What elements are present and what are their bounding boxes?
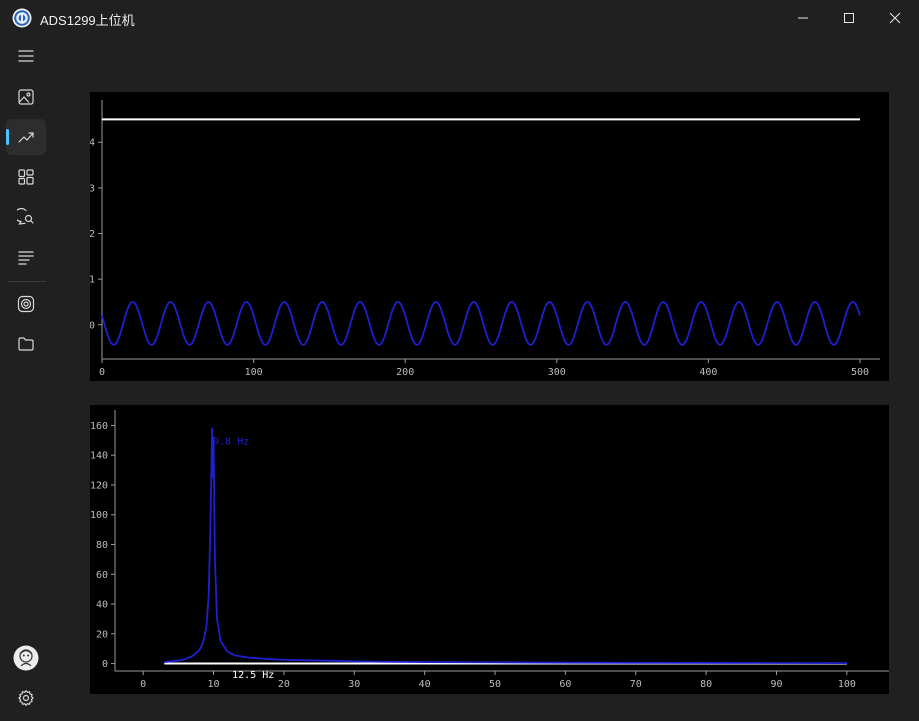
x-tick-label: 100 [838, 679, 856, 690]
sidebar-divider [8, 281, 46, 282]
image-icon [18, 89, 34, 105]
text-lines-icon [18, 251, 34, 265]
y-tick-label: 80 [96, 540, 108, 551]
nav-item-settings[interactable] [6, 680, 46, 716]
x-tick-label: 500 [851, 367, 869, 378]
folder-icon [18, 337, 34, 351]
x-tick-label: 100 [245, 367, 263, 378]
trending-chart-icon [18, 132, 34, 143]
x-tick-label: 70 [630, 679, 642, 690]
y-tick-label: 140 [90, 451, 108, 462]
nav-menu-toggle[interactable] [6, 38, 46, 74]
y-tick-label: 2 [90, 229, 95, 240]
x-tick-label: 80 [700, 679, 712, 690]
close-icon [889, 12, 901, 24]
nav-item-apps[interactable] [6, 159, 46, 195]
y-tick-label: 4 [90, 138, 95, 149]
y-tick-label: 1 [90, 275, 95, 286]
x-tick-label: 0 [99, 367, 105, 378]
time-domain-plot-svg: 0 100 200 300 400 500 0 1 2 3 4 [90, 100, 880, 378]
navigation-sidebar [0, 36, 54, 721]
y-tick-label: 120 [90, 480, 108, 491]
x-tick-label: 10 [207, 679, 219, 690]
close-button[interactable] [872, 0, 918, 36]
x-tick-label: 30 [348, 679, 360, 690]
title-bar: ADS1299上位机 [0, 0, 919, 36]
minimize-icon [798, 17, 808, 19]
radio-target-icon [17, 295, 35, 313]
x-tick-label: 60 [559, 679, 571, 690]
chat-search-icon [17, 208, 34, 225]
avatar-icon [13, 645, 39, 671]
series-line-1 [164, 427, 847, 665]
x-tick-label: 300 [548, 367, 566, 378]
gear-icon [18, 689, 34, 707]
x-tick-label: 90 [770, 679, 782, 690]
y-tick-label: 60 [96, 570, 108, 581]
x-tick-label: 50 [489, 679, 501, 690]
x-tick-label: 40 [419, 679, 431, 690]
series-line-1 [101, 301, 861, 346]
nav-item-list[interactable] [6, 239, 46, 275]
y-tick-label: 20 [96, 629, 108, 640]
peak-annotation: 9.8 Hz [213, 436, 249, 447]
y-tick-label: 160 [90, 421, 108, 432]
y-tick-label: 100 [90, 510, 108, 521]
y-tick-label: 3 [90, 183, 95, 194]
nav-item-avatar[interactable] [6, 640, 46, 676]
y-tick-label: 40 [96, 600, 108, 611]
minimize-button[interactable] [780, 0, 826, 36]
y-tick-label: 0 [102, 659, 108, 670]
peak-annotation: 12.5 Hz [232, 670, 274, 681]
x-tick-label: 200 [396, 367, 414, 378]
maximize-button[interactable] [826, 0, 872, 36]
hamburger-menu-icon [18, 50, 34, 62]
nav-item-image[interactable] [6, 79, 46, 115]
y-tick-label: 0 [90, 320, 95, 331]
frequency-spectrum-plot[interactable]: 0 10 20 30 40 50 60 70 80 90 100 0 20 40 60 80 100 120 140… [90, 405, 889, 694]
nav-item-record[interactable] [6, 286, 46, 322]
frequency-spectrum-plot-svg: 0 10 20 30 40 50 60 70 80 90 100 0 20 40 60 80 100 120 140… [90, 410, 889, 690]
window-title: ADS1299上位机 [40, 13, 135, 28]
maximize-icon [844, 13, 854, 23]
apps-grid-icon [18, 169, 34, 185]
x-tick-label: 400 [699, 367, 717, 378]
x-tick-label: 0 [140, 679, 146, 690]
nav-item-chart[interactable] [6, 119, 46, 155]
active-indicator [6, 129, 9, 145]
time-domain-plot[interactable]: 0 100 200 300 400 500 0 1 2 3 4 [90, 92, 889, 381]
nav-item-folder[interactable] [6, 326, 46, 362]
app-logo-icon [12, 8, 32, 28]
x-tick-label: 20 [278, 679, 290, 690]
nav-item-chat[interactable] [6, 199, 46, 235]
